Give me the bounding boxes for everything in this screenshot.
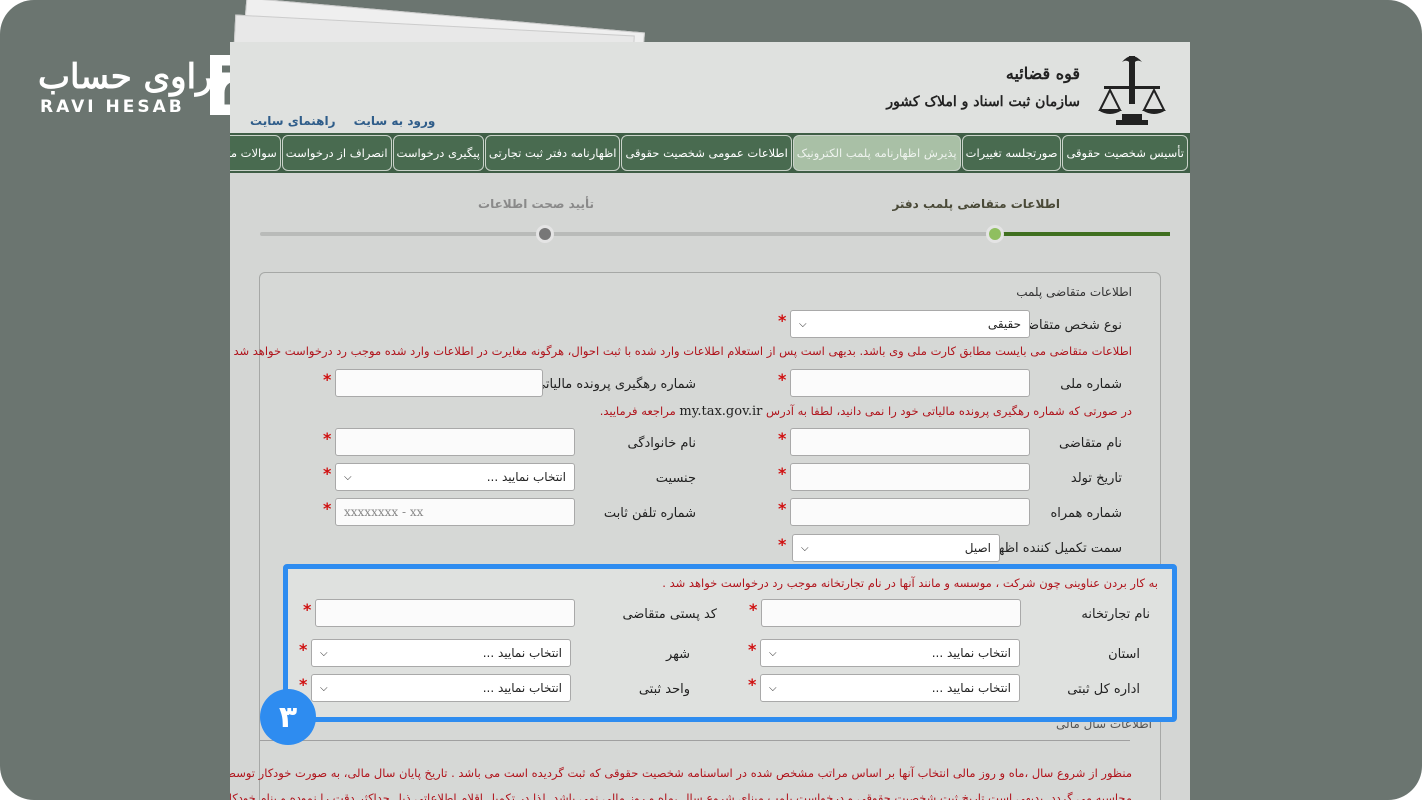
- landline-placeholder: xxxxxxxx - xx: [344, 505, 424, 519]
- general-office-select[interactable]: انتخاب نمایید ... ⌵: [760, 674, 1020, 702]
- highlighted-section: به کار بردن عناوینی چون شرکت ، موسسه و م…: [283, 564, 1177, 722]
- tax-note-suffix: مراجعه فرمایید.: [599, 404, 676, 418]
- top-links: ورود به سایت راهنمای سایت: [236, 114, 435, 128]
- step-2-dot: [536, 225, 554, 243]
- tax-note-prefix: در صورتی که شماره رهگیری پرونده مالیاتی …: [766, 404, 1132, 418]
- required-icon: *: [299, 640, 308, 659]
- org-name-line1: قوه قضائیه: [1005, 64, 1080, 83]
- trade-name-input[interactable]: [761, 599, 1021, 627]
- fiscal-note-line2: محاسبه می گردد. بدیهی است تاریخ ثبت شخصی…: [230, 791, 1132, 800]
- progress-fill: [992, 232, 1170, 236]
- registry-unit-label: واحد ثبتی: [638, 682, 690, 697]
- postal-code-label: کد پستی متقاضی: [622, 607, 717, 622]
- registry-unit-select[interactable]: انتخاب نمایید ... ⌵: [311, 674, 571, 702]
- landline-label: شماره تلفن ثابت: [603, 506, 696, 521]
- required-icon: *: [748, 640, 757, 659]
- step-1-dot: [986, 225, 1004, 243]
- required-icon: *: [749, 600, 758, 619]
- required-icon: *: [778, 370, 787, 389]
- step-number-badge: ۳: [260, 689, 316, 745]
- national-id-input[interactable]: [790, 369, 1030, 397]
- step-1-label: اطلاعات متقاضی پلمب دفتر: [892, 197, 1060, 211]
- chevron-down-icon: ⌵: [320, 647, 328, 659]
- city-label: شهر: [665, 647, 690, 662]
- province-select[interactable]: انتخاب نمایید ... ⌵: [760, 639, 1020, 667]
- wizard-steps: اطلاعات متقاضی پلمب دفتر تأیید صحت اطلاع…: [230, 173, 1190, 273]
- required-icon: *: [323, 464, 332, 483]
- site-header: قوه قضائیه سازمان ثبت اسناد و املاک کشور…: [230, 42, 1190, 133]
- required-icon: *: [303, 600, 312, 619]
- tab-change-minutes[interactable]: صورتجلسه تغییرات: [961, 135, 1062, 171]
- panel-title: اطلاعات متقاضی پلمب: [1016, 285, 1132, 299]
- tab-electronic-seal[interactable]: پذیرش اظهارنامه پلمب الکترونیک: [792, 135, 961, 171]
- last-name-label: نام خانوادگی: [627, 436, 696, 451]
- mobile-label: شماره همراه: [1050, 506, 1122, 521]
- gender-select[interactable]: انتخاب نمایید ... ⌵: [335, 463, 575, 491]
- tax-site-link[interactable]: my.tax.gov.ir: [679, 404, 762, 419]
- tax-tracking-label: شماره رهگیری پرونده مالیاتی: [535, 377, 696, 392]
- general-office-label: اداره کل ثبتی: [1067, 682, 1140, 697]
- first-name-input[interactable]: [790, 428, 1030, 456]
- required-icon: *: [778, 429, 787, 448]
- step-2-label: تأیید صحت اطلاعات: [478, 197, 594, 211]
- tab-cancel-request[interactable]: انصراف از درخواست: [281, 135, 392, 171]
- mobile-input[interactable]: [790, 498, 1030, 526]
- chevron-down-icon: ⌵: [769, 647, 777, 659]
- required-icon: *: [778, 311, 787, 330]
- province-label: استان: [1108, 647, 1140, 662]
- tab-commercial-register[interactable]: اظهارنامه دفتر ثبت تجارتی: [484, 135, 621, 171]
- general-office-value: انتخاب نمایید ...: [931, 681, 1011, 695]
- registry-unit-value: انتخاب نمایید ...: [482, 681, 562, 695]
- brand-name-en: RAVI HESAB: [40, 97, 185, 117]
- landline-input[interactable]: xxxxxxxx - xx: [335, 498, 575, 526]
- city-select[interactable]: انتخاب نمایید ... ⌵: [311, 639, 571, 667]
- tab-general-info[interactable]: اطلاعات عمومی شخصیت حقوقی: [621, 135, 792, 171]
- required-icon: *: [778, 464, 787, 483]
- login-link[interactable]: ورود به سایت: [354, 114, 436, 128]
- first-name-label: نام متقاضی: [1058, 436, 1122, 451]
- chevron-down-icon: ⌵: [801, 542, 809, 554]
- city-value: انتخاب نمایید ...: [482, 646, 562, 660]
- gender-label: جنسیت: [655, 471, 696, 486]
- national-id-warning: اطلاعات متقاضی می بایست مطابق کارت ملی و…: [233, 344, 1132, 358]
- judiciary-emblem-icon: [1098, 56, 1166, 125]
- brand-name-fa: راوی حساب: [38, 57, 213, 97]
- tab-track-request[interactable]: پیگیری درخواست: [392, 135, 484, 171]
- tab-faq[interactable]: سوالات متداول: [230, 135, 281, 171]
- applicant-type-label: نوع شخص متقاضی: [1017, 318, 1122, 333]
- province-value: انتخاب نمایید ...: [931, 646, 1011, 660]
- chevron-down-icon: ⌵: [344, 471, 352, 483]
- last-name-input[interactable]: [335, 428, 575, 456]
- tax-tracking-input[interactable]: [335, 369, 543, 397]
- fiscal-note-line1: منظور از شروع سال ،ماه و روز مالی انتخاب…: [230, 766, 1132, 780]
- main-navbar: تأسیس شخصیت حقوقی صورتجلسه تغییرات پذیرش…: [230, 133, 1190, 173]
- birth-date-input[interactable]: [790, 463, 1030, 491]
- required-icon: *: [323, 370, 332, 389]
- applicant-type-select[interactable]: حقیقی ⌵: [790, 310, 1030, 338]
- divider: [260, 740, 1130, 741]
- national-id-label: شماره ملی: [1060, 377, 1122, 392]
- role-select[interactable]: اصیل ⌵: [792, 534, 1000, 562]
- applicant-type-value: حقیقی: [987, 317, 1021, 331]
- postal-code-input[interactable]: [315, 599, 575, 627]
- org-name-line2: سازمان ثبت اسناد و املاک کشور: [886, 94, 1080, 110]
- gender-value: انتخاب نمایید ...: [486, 470, 566, 484]
- tab-company-establishment[interactable]: تأسیس شخصیت حقوقی: [1062, 135, 1188, 171]
- required-icon: *: [778, 499, 787, 518]
- required-icon: *: [323, 499, 332, 518]
- required-icon: *: [778, 535, 787, 554]
- role-value: اصیل: [964, 541, 991, 555]
- trade-name-warning: به کار بردن عناوینی چون شرکت ، موسسه و م…: [662, 576, 1158, 590]
- chevron-down-icon: ⌵: [799, 318, 807, 330]
- site-guide-link[interactable]: راهنمای سایت: [250, 114, 335, 128]
- required-icon: *: [323, 429, 332, 448]
- screenshot-frame: راوی حساب RAVI HESAB قوه قضائیه سازمان ث…: [0, 0, 1422, 800]
- chevron-down-icon: ⌵: [320, 682, 328, 694]
- trade-name-label: نام تجارتخانه: [1081, 607, 1150, 622]
- tax-tracking-note: در صورتی که شماره رهگیری پرونده مالیاتی …: [600, 404, 1132, 419]
- required-icon: *: [748, 675, 757, 694]
- birth-date-label: تاریخ تولد: [1070, 471, 1122, 486]
- chevron-down-icon: ⌵: [769, 682, 777, 694]
